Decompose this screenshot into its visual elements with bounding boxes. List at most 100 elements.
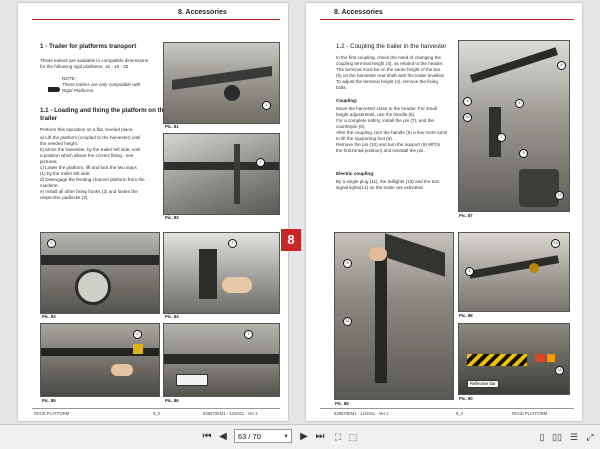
photo-pic-85: 2 xyxy=(40,323,160,397)
page-right: 8. Accessories 1.2 - Coupling the traile… xyxy=(306,3,582,421)
coupling-paragraph: In the first coupling, check the need of… xyxy=(336,55,445,90)
reflective-bar-label: Reflective bar xyxy=(467,380,499,388)
license-plate-shape xyxy=(176,374,208,386)
drawbar-shape xyxy=(468,255,560,279)
footer-title: RIGID PLATFORM xyxy=(34,411,70,416)
coupling-terminal-shape xyxy=(529,263,539,273)
note-text: These trailers are only compatible with … xyxy=(62,82,141,93)
page-number-value: 63 / 70 xyxy=(238,432,261,441)
hand-shape xyxy=(111,364,133,376)
support-foot-shape xyxy=(489,107,501,157)
coupling-steps: Move the harvester close to the header. … xyxy=(336,106,448,153)
callout-13: 13 xyxy=(551,239,560,248)
fullscreen-icon[interactable]: ⤢ xyxy=(583,430,597,444)
caption-pic-86: Pic. 86 xyxy=(165,398,179,403)
photo-pic-88: 13 4 xyxy=(458,232,570,312)
caption-pic-82: Pic. 82 xyxy=(165,215,179,220)
trailer-frame-shape xyxy=(172,65,272,91)
trailer-beam-shape xyxy=(164,354,279,364)
photo-pic-83: 3 xyxy=(40,232,160,314)
hand-shape xyxy=(369,247,387,261)
caption-pic-88: Pic. 88 xyxy=(459,313,473,318)
callout-3: 3 xyxy=(47,239,56,248)
caption-pic-89: Pic. 89 xyxy=(335,401,349,406)
trailer-beam-shape xyxy=(41,255,159,265)
caption-pic-90: Pic. 90 xyxy=(459,396,473,401)
caption-pic-84: Pic. 84 xyxy=(165,314,179,319)
next-page-icon[interactable]: ▶ xyxy=(297,430,311,444)
prev-page-icon[interactable]: ◀ xyxy=(216,430,230,444)
photo-pic-90: Reflective bar 14 xyxy=(458,323,570,395)
drawbar-shape xyxy=(385,233,445,277)
photo-pic-84: 2 xyxy=(163,232,280,314)
footer-rule xyxy=(32,408,280,409)
section-header: 8. Accessories xyxy=(178,9,227,16)
header-rule xyxy=(320,19,574,20)
fit-width-icon[interactable]: ⬚ xyxy=(346,430,360,444)
caption-pic-81: Pic. 81 xyxy=(165,124,179,129)
support-post-shape xyxy=(375,253,387,383)
intro-paragraph: These trailers are available in compatib… xyxy=(40,58,149,69)
drawbar-shape xyxy=(469,47,559,83)
document-viewport: 8. Accessories 1 - Trailer for platforms… xyxy=(0,0,600,424)
loading-steps-list: a) Lift the platform (coupled to the har… xyxy=(40,135,145,200)
page-left: 8. Accessories 1 - Trailer for platforms… xyxy=(18,3,288,421)
last-page-icon[interactable]: ⏭ xyxy=(313,430,327,444)
wheel-shape xyxy=(75,269,111,305)
double-page-icon[interactable]: ▯▯ xyxy=(550,430,564,444)
caption-pic-87: Pic. 87 xyxy=(459,213,473,218)
plug-inset-shape xyxy=(519,169,559,207)
reflective-bar-shape xyxy=(467,354,527,366)
steps-intro: Perform this operation on a flat, levele… xyxy=(40,127,134,132)
stay-post-shape xyxy=(234,144,240,204)
callout-12: 12 xyxy=(343,317,352,326)
callout-14: 14 xyxy=(555,366,564,375)
footer-doc-code: 628870EM1 - 12/2011 - Ver 1 xyxy=(203,411,258,416)
callout-7: 7 xyxy=(497,133,506,142)
taillight-shape xyxy=(535,354,545,362)
footer-rule xyxy=(320,408,574,409)
callout-1: 1 xyxy=(256,158,265,167)
wheel-shape xyxy=(224,85,240,101)
footer-page-number: 8_4 xyxy=(456,411,463,416)
photo-pic-82: 1 xyxy=(163,133,280,215)
footer-title: RIGID PLATFORM xyxy=(512,411,548,416)
callout-1: 1 xyxy=(262,101,271,110)
callout-5: 5 xyxy=(557,61,566,70)
callout-2: 2 xyxy=(133,330,142,339)
scroll-view-icon[interactable]: ☰ xyxy=(567,430,581,444)
caption-pic-83: Pic. 83 xyxy=(42,314,56,319)
section-header: 8. Accessories xyxy=(334,9,383,16)
chapter-tab-left: 8 xyxy=(281,229,301,251)
page-number-input[interactable]: 63 / 70 ▼ xyxy=(234,429,292,443)
chevron-down-icon[interactable]: ▼ xyxy=(283,430,289,444)
trailer-section-title: 1 - Trailer for platforms transport xyxy=(40,43,137,50)
callout-9: 9 xyxy=(519,149,528,158)
footer-page-number: 8_3 xyxy=(153,411,160,416)
coupling-section-title: 1.2 - Coupling the trailer in the harves… xyxy=(336,43,447,50)
callout-12: 12 xyxy=(555,191,564,200)
electric-coupling-text: By a single plug (11), the taillights (1… xyxy=(336,179,440,190)
callout-4: 4 xyxy=(463,97,472,106)
fit-page-icon[interactable]: ⛶ xyxy=(331,430,345,444)
caption-pic-85: Pic. 85 xyxy=(42,398,56,403)
electric-coupling-label: Electric coupling: xyxy=(336,171,375,176)
callout-6: 6 xyxy=(515,99,524,108)
callout-4: 4 xyxy=(465,267,474,276)
callout-2: 2 xyxy=(228,239,237,248)
callout-1: 1 xyxy=(244,330,253,339)
photo-pic-81: 1 xyxy=(163,42,280,124)
single-page-icon[interactable]: ▯ xyxy=(535,430,549,444)
hook-shape xyxy=(199,249,217,299)
padlock-shape xyxy=(133,344,143,354)
callout-10: 10 xyxy=(463,113,472,122)
photo-pic-87: 5 4 6 10 7 9 12 xyxy=(458,40,570,212)
photo-pic-86: 1 xyxy=(163,323,280,397)
callout-8: 8 xyxy=(343,259,352,268)
loading-section-title: 1.1 - Loading and fixing the platform on… xyxy=(40,107,167,122)
turn-signal-shape xyxy=(547,354,555,362)
hand-shape xyxy=(222,277,252,293)
first-page-icon[interactable]: ⏮ xyxy=(200,430,214,444)
footer-doc-code: 628870EM1 - 12/2011 - Ver 1 xyxy=(334,411,389,416)
coupling-label: Coupling: xyxy=(336,98,358,103)
